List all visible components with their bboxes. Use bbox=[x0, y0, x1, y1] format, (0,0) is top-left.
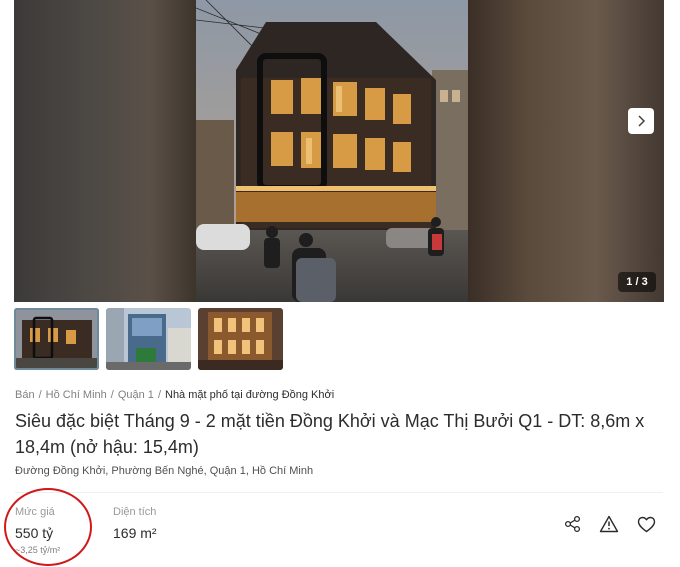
share-button[interactable] bbox=[562, 513, 584, 535]
listing-title: Siêu đặc biệt Tháng 9 - 2 mặt tiền Đồng … bbox=[15, 411, 645, 457]
next-photo-button[interactable] bbox=[628, 108, 654, 134]
warning-icon bbox=[599, 515, 619, 533]
heart-icon bbox=[637, 516, 655, 532]
breadcrumb-separator: / bbox=[38, 389, 42, 401]
thumbnail-strip bbox=[14, 308, 283, 370]
gallery-blur-left bbox=[14, 0, 196, 302]
price-value: 550 tỷ bbox=[15, 525, 54, 541]
gallery-blur-right bbox=[468, 0, 664, 302]
share-icon bbox=[564, 515, 581, 533]
thumbnail-1[interactable] bbox=[14, 308, 99, 370]
divider bbox=[15, 492, 663, 493]
report-button[interactable] bbox=[598, 513, 620, 535]
chevron-right-icon bbox=[638, 115, 646, 127]
breadcrumb-item-city[interactable]: Hồ Chí Minh bbox=[46, 389, 107, 401]
breadcrumb-item-district[interactable]: Quận 1 bbox=[118, 389, 154, 401]
area-label: Diện tích bbox=[113, 506, 157, 518]
price-per-m2: ~3,25 tỷ/m² bbox=[15, 545, 61, 555]
area-value: 169 m² bbox=[113, 525, 157, 541]
breadcrumb-item-current: Nhà mặt phố tại đường Đồng Khởi bbox=[165, 389, 335, 401]
thumbnail-3[interactable] bbox=[198, 308, 283, 370]
breadcrumb-separator: / bbox=[110, 389, 114, 401]
photo-gallery[interactable]: 1 / 3 bbox=[14, 0, 664, 302]
breadcrumb-separator: / bbox=[157, 389, 161, 401]
breadcrumb-item-sale[interactable]: Bán bbox=[15, 389, 35, 401]
listing-address: Đường Đồng Khởi, Phường Bến Nghé, Quận 1… bbox=[15, 465, 314, 477]
breadcrumb: Bán / Hồ Chí Minh / Quận 1 / Nhà mặt phố… bbox=[15, 389, 334, 401]
price-label: Mức giá bbox=[15, 506, 55, 518]
photo-counter: 1 / 3 bbox=[618, 272, 656, 292]
save-button[interactable] bbox=[635, 513, 657, 535]
thumbnail-2[interactable] bbox=[106, 308, 191, 370]
main-listing-photo[interactable] bbox=[196, 0, 468, 302]
